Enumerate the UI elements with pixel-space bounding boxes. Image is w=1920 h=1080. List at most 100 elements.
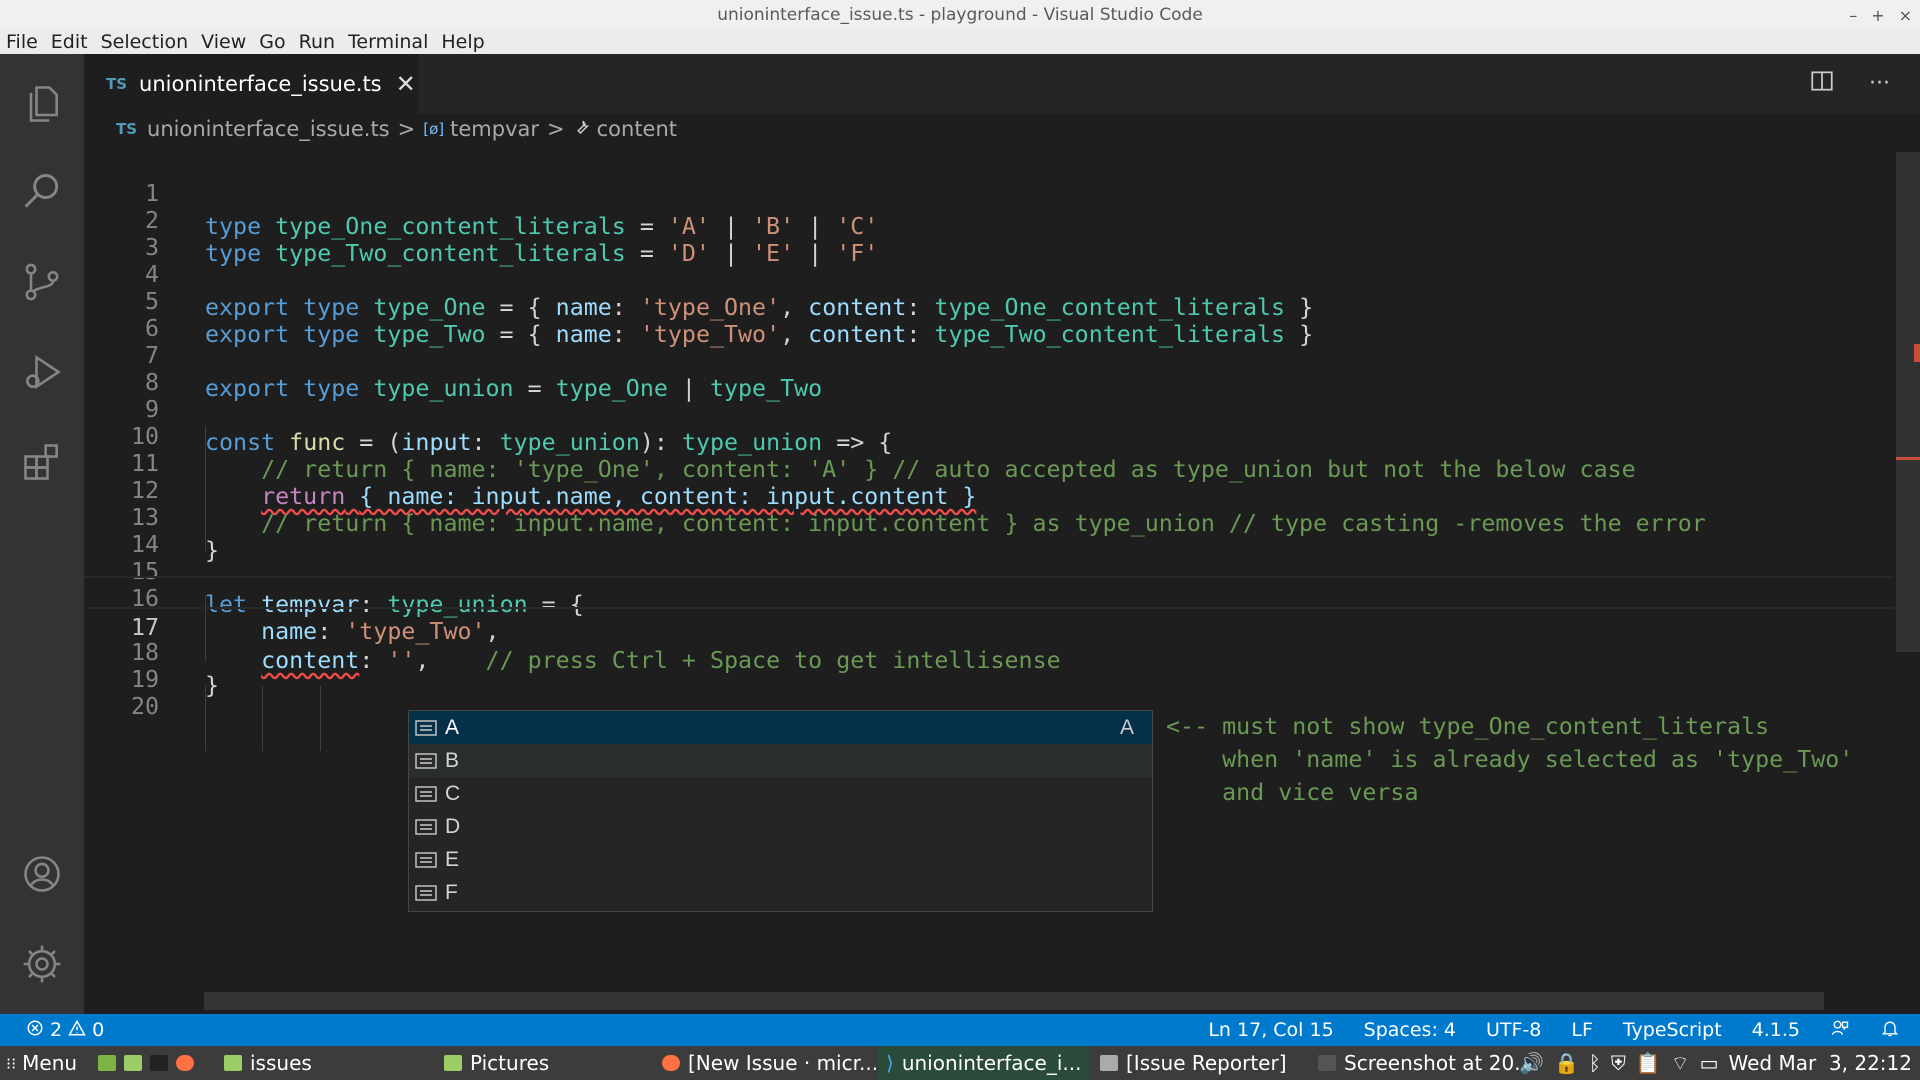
activity-bar xyxy=(0,54,84,1014)
menu-view[interactable]: View xyxy=(201,31,246,53)
menu-bar: File Edit Selection View Go Run Terminal… xyxy=(0,30,1920,54)
close-tab-icon[interactable]: ✕ xyxy=(396,70,416,98)
image-icon xyxy=(1318,1055,1336,1071)
indent-guide xyxy=(262,686,263,751)
close-window-button[interactable]: × xyxy=(1899,6,1912,25)
warning-count: 0 xyxy=(92,1019,105,1041)
status-bar: 2 0 Ln 17, Col 15 Spaces: 4 UTF-8 LF Typ… xyxy=(0,1014,1920,1046)
encoding[interactable]: UTF-8 xyxy=(1486,1019,1541,1041)
end-of-line[interactable]: LF xyxy=(1571,1019,1593,1041)
window-icon xyxy=(1100,1055,1118,1071)
taskbar-item-issues[interactable]: issues xyxy=(224,1046,312,1080)
suggestion-item[interactable]: C xyxy=(409,777,1152,810)
line-number: 20 xyxy=(130,693,159,720)
quick-launch xyxy=(98,1046,202,1080)
enum-member-icon xyxy=(415,785,437,803)
wifi-icon[interactable]: ⌔ xyxy=(1671,1051,1690,1076)
suggestion-detail: A xyxy=(1119,715,1134,739)
chevron-right-icon: > xyxy=(397,117,416,141)
problems-indicator[interactable]: 2 0 xyxy=(26,1019,104,1042)
bluetooth-icon[interactable]: ᛒ xyxy=(1589,1051,1601,1075)
suggestion-item[interactable]: A A xyxy=(409,711,1152,744)
folder-icon xyxy=(224,1055,242,1071)
window-title: unioninterface_issue.ts - playground - V… xyxy=(717,5,1203,25)
explorer-icon[interactable] xyxy=(0,64,84,144)
notifications-bell-icon[interactable] xyxy=(1880,1018,1900,1043)
horizontal-scrollbar[interactable] xyxy=(204,992,1824,1010)
clipboard-icon[interactable]: 📋 xyxy=(1636,1051,1661,1075)
clock[interactable]: Wed Mar 3, 22:12 xyxy=(1729,1051,1913,1075)
menu-edit[interactable]: Edit xyxy=(51,31,88,53)
manage-gear-icon[interactable] xyxy=(0,924,84,1004)
typescript-icon: TS xyxy=(116,120,138,138)
suggestion-item[interactable]: B xyxy=(409,744,1152,777)
shield-icon[interactable]: ⛨ xyxy=(1611,1051,1626,1075)
firefox-icon[interactable] xyxy=(176,1055,194,1071)
typescript-version[interactable]: 4.1.5 xyxy=(1752,1019,1800,1041)
minimize-button[interactable]: – xyxy=(1849,6,1857,25)
firefox-icon xyxy=(662,1055,680,1071)
editor-actions: ··· xyxy=(1809,68,1890,98)
terminal-icon[interactable] xyxy=(150,1055,168,1071)
split-editor-icon[interactable] xyxy=(1809,68,1835,98)
lock-icon[interactable]: 🔒 xyxy=(1554,1051,1579,1075)
system-tray: 🔊 🔒 ᛒ ⛨ 📋 ⌔ ▭ Wed Mar 3, 22:12 xyxy=(1519,1046,1912,1080)
enum-member-icon xyxy=(415,752,437,770)
window-controls: – + × xyxy=(1849,0,1912,30)
feedback-icon[interactable] xyxy=(1830,1018,1850,1043)
suggestion-item[interactable]: F xyxy=(409,876,1152,909)
language-mode[interactable]: TypeScript xyxy=(1623,1019,1722,1041)
files-icon[interactable] xyxy=(124,1055,142,1071)
error-icon xyxy=(26,1019,44,1042)
battery-icon[interactable]: ▭ xyxy=(1700,1051,1719,1075)
source-control-icon[interactable] xyxy=(0,242,84,322)
breadcrumb-content[interactable]: content xyxy=(597,117,677,141)
enum-member-icon xyxy=(415,884,437,902)
code-line: 20 xyxy=(84,657,1894,720)
tab-bar: TS unioninterface_issue.ts ✕ ··· xyxy=(84,54,1920,114)
tab-unioninterface-issue[interactable]: TS unioninterface_issue.ts ✕ xyxy=(84,54,418,114)
indentation[interactable]: Spaces: 4 xyxy=(1364,1019,1456,1041)
breadcrumb-tempvar[interactable]: tempvar xyxy=(450,117,539,141)
search-icon[interactable] xyxy=(0,152,84,232)
taskbar-item-new-issue[interactable]: [New Issue · micr... xyxy=(662,1046,878,1080)
breadcrumb-file[interactable]: unioninterface_issue.ts xyxy=(147,117,390,141)
taskbar-item-pictures[interactable]: Pictures xyxy=(444,1046,549,1080)
cursor-position[interactable]: Ln 17, Col 15 xyxy=(1208,1019,1333,1041)
typescript-icon: TS xyxy=(106,75,128,93)
chevron-right-icon: > xyxy=(547,117,565,141)
code-comment-note: <-- must not show type_One_content_liter… xyxy=(1166,713,1854,806)
warning-icon xyxy=(68,1019,86,1042)
menu-terminal[interactable]: Terminal xyxy=(348,31,428,53)
show-desktop-icon[interactable] xyxy=(98,1055,116,1071)
os-taskbar: ⁝⁝ Menu issues Pictures [New Issue · mic… xyxy=(0,1046,1920,1080)
overview-error-marker xyxy=(1914,344,1920,362)
maximize-button[interactable]: + xyxy=(1871,6,1884,25)
menu-run[interactable]: Run xyxy=(299,31,335,53)
accounts-icon[interactable] xyxy=(0,834,84,914)
property-wrench-icon xyxy=(573,118,591,140)
volume-icon[interactable]: 🔊 xyxy=(1519,1051,1544,1075)
taskbar-item-vscode[interactable]: ⟩ unioninterface_i... xyxy=(878,1046,1090,1080)
start-menu-button[interactable]: ⁝⁝ Menu xyxy=(6,1046,77,1080)
enum-member-icon xyxy=(415,818,437,836)
menu-selection[interactable]: Selection xyxy=(101,31,189,53)
vscode-icon: ⟩ xyxy=(886,1051,894,1075)
variable-icon: [ø] xyxy=(423,120,445,138)
folder-icon xyxy=(444,1055,462,1071)
suggestion-item[interactable]: E xyxy=(409,843,1152,876)
menu-go[interactable]: Go xyxy=(259,31,285,53)
menu-help[interactable]: Help xyxy=(441,31,484,53)
suggestion-item[interactable]: D xyxy=(409,810,1152,843)
taskbar-item-screenshot[interactable]: Screenshot at 20... xyxy=(1318,1046,1533,1080)
error-count: 2 xyxy=(50,1019,63,1041)
tab-label: unioninterface_issue.ts xyxy=(139,72,382,96)
enum-member-icon xyxy=(415,719,437,737)
more-actions-icon[interactable]: ··· xyxy=(1869,71,1890,96)
taskbar-item-issue-reporter[interactable]: [Issue Reporter] xyxy=(1100,1046,1287,1080)
extensions-icon[interactable] xyxy=(0,422,84,502)
menu-file[interactable]: File xyxy=(6,31,38,53)
indent-guide xyxy=(320,686,321,751)
vertical-scrollbar[interactable] xyxy=(1896,152,1920,652)
run-debug-icon[interactable] xyxy=(0,332,84,412)
